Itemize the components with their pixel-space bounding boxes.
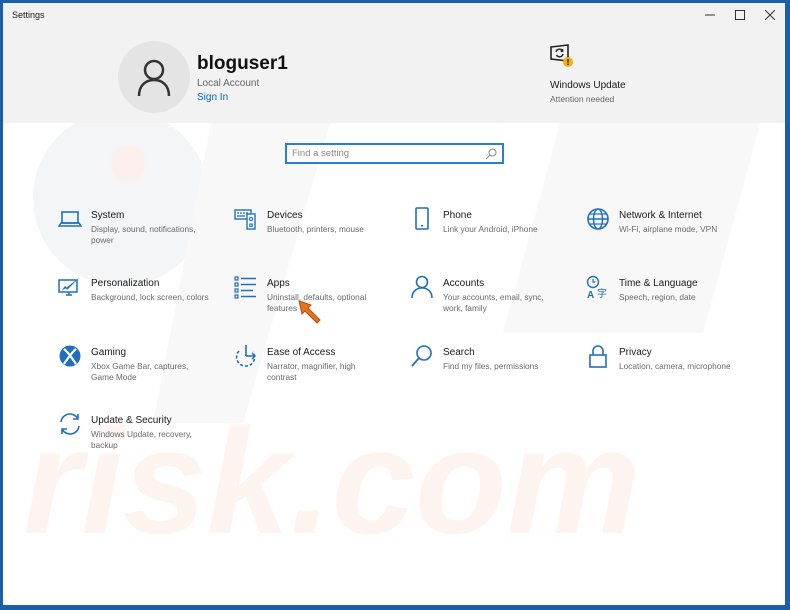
category-description: Background, lock screen, colors <box>91 292 209 302</box>
category-accounts[interactable]: Accounts Your accounts, email, sync, wor… <box>410 275 580 325</box>
category-time-language[interactable]: A 字 Time & Language Speech, region, date <box>586 275 756 325</box>
category-description: Xbox Game Bar, captures, Game Mode <box>91 361 189 382</box>
category-title: Search <box>443 347 475 358</box>
category-title: Network & Internet <box>619 210 702 221</box>
category-ease-of-access[interactable]: Ease of Access Narrator, magnifier, high… <box>234 344 404 394</box>
close-icon <box>765 10 775 20</box>
windows-update-icon <box>550 44 573 67</box>
svg-text:A: A <box>587 290 594 299</box>
app-title: Settings <box>12 10 45 20</box>
svg-text:字: 字 <box>597 287 607 299</box>
category-apps[interactable]: Apps Uninstall, defaults, optional featu… <box>234 275 404 325</box>
windows-update-status: Attention needed <box>550 94 615 104</box>
maximize-icon <box>735 10 745 20</box>
person-icon <box>411 275 433 299</box>
category-title: Time & Language <box>619 278 698 289</box>
sync-icon <box>60 413 80 435</box>
category-title: Gaming <box>91 347 127 358</box>
category-gaming[interactable]: Gaming Xbox Game Bar, captures, Game Mod… <box>58 344 228 394</box>
laptop-icon <box>58 211 82 227</box>
category-description: Narrator, magnifier, high contrast <box>267 361 356 382</box>
category-description: Windows Update, recovery, backup <box>91 429 192 450</box>
category-privacy[interactable]: Privacy Location, camera, microphone <box>586 344 756 394</box>
xbox-icon <box>59 345 81 367</box>
category-description: Speech, region, date <box>619 292 696 302</box>
category-description: Wi-Fi, airplane mode, VPN <box>619 224 718 234</box>
phone-icon <box>415 207 429 230</box>
category-search[interactable]: Search Find my files, permissions <box>410 344 580 394</box>
category-description: Link your Android, iPhone <box>443 224 538 234</box>
ease-of-access-icon <box>235 345 256 367</box>
minimize-icon <box>705 14 715 16</box>
category-description: Your accounts, email, sync, work, family <box>443 292 544 313</box>
category-network[interactable]: Network & Internet Wi-Fi, airplane mode,… <box>586 207 756 257</box>
lock-icon <box>589 345 607 368</box>
category-title: Privacy <box>619 347 652 358</box>
category-title: Update & Security <box>91 415 172 426</box>
account-type: Local Account <box>197 78 260 89</box>
avatar[interactable] <box>118 41 190 113</box>
globe-icon <box>587 208 609 230</box>
category-description: Bluetooth, printers, mouse <box>267 224 364 234</box>
windows-update-title: Windows Update <box>550 80 626 91</box>
apps-list-icon <box>234 276 256 299</box>
category-personalization[interactable]: Personalization Background, lock screen,… <box>58 275 228 325</box>
devices-icon <box>234 209 256 230</box>
category-title: System <box>91 210 125 221</box>
search-input[interactable] <box>287 145 484 162</box>
category-update-security[interactable]: Update & Security Windows Update, recove… <box>58 412 228 462</box>
category-description: Find my files, permissions <box>443 361 539 371</box>
user-icon <box>137 59 171 97</box>
title-bar[interactable]: Settings <box>3 3 785 27</box>
category-title: Accounts <box>443 278 485 289</box>
category-description: Location, camera, microphone <box>619 361 731 371</box>
category-system[interactable]: System Display, sound, notifications, po… <box>58 207 228 257</box>
category-title: Personalization <box>91 278 160 289</box>
maximize-button[interactable] <box>725 3 755 27</box>
category-title: Phone <box>443 210 472 221</box>
category-title: Apps <box>267 278 290 289</box>
category-title: Devices <box>267 210 303 221</box>
category-description: Display, sound, notifications, power <box>91 224 196 245</box>
time-language-icon: A 字 <box>586 275 607 299</box>
paintbrush-icon <box>58 277 80 296</box>
minimize-button[interactable] <box>695 3 725 27</box>
category-phone[interactable]: Phone Link your Android, iPhone <box>410 207 580 257</box>
magnifier-icon <box>411 345 432 367</box>
category-description: Uninstall, defaults, optional features <box>267 292 367 313</box>
search-box[interactable] <box>285 143 504 164</box>
account-name: bloguser1 <box>197 53 288 74</box>
category-devices[interactable]: Devices Bluetooth, printers, mouse <box>234 207 404 257</box>
close-button[interactable] <box>755 3 785 27</box>
search-icon[interactable] <box>484 147 498 161</box>
category-title: Ease of Access <box>267 347 336 358</box>
settings-window: risk.com Settings bloguser1 Local Accoun… <box>3 3 785 605</box>
sign-in-link[interactable]: Sign In <box>197 92 228 103</box>
